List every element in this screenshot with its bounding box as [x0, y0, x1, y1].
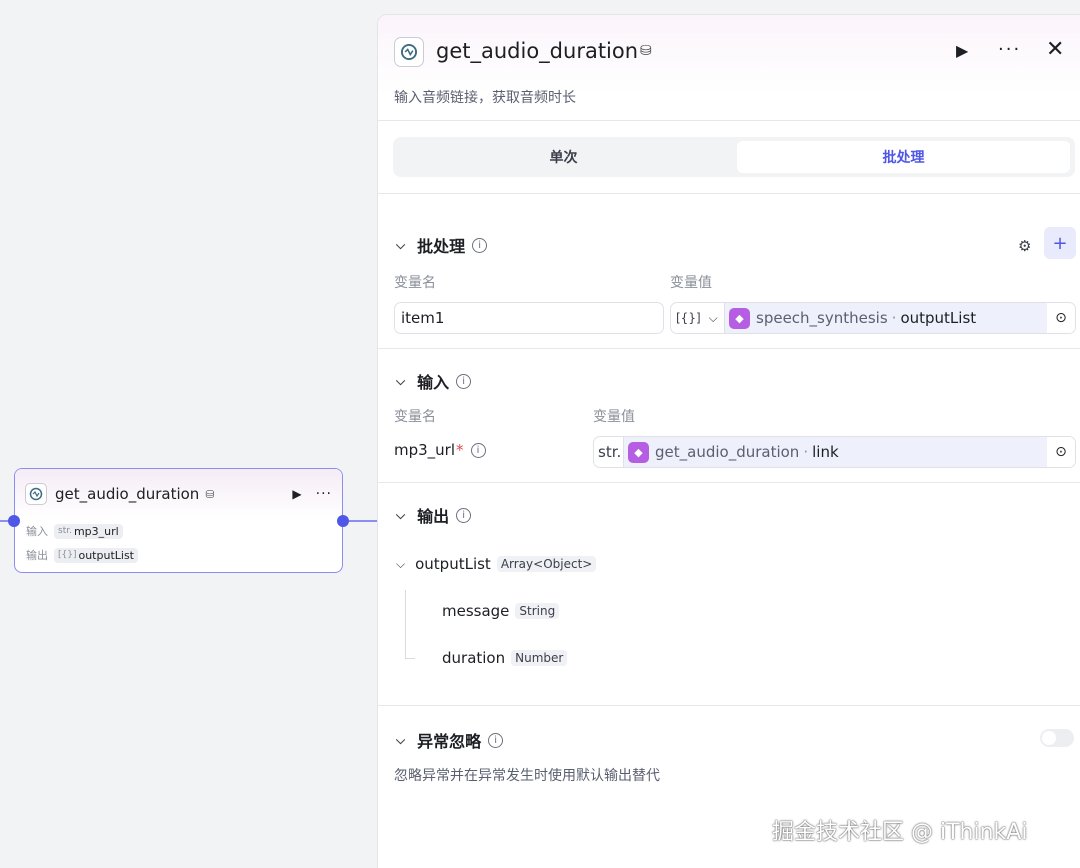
- value-type-label: str.: [594, 437, 624, 467]
- reference-separator: ·: [891, 309, 897, 327]
- required-mark: *: [456, 441, 464, 459]
- info-icon[interactable]: i: [488, 732, 504, 748]
- info-icon[interactable]: i: [472, 237, 488, 253]
- plugin-tag-icon: ⛁: [205, 487, 215, 501]
- info-icon[interactable]: i: [456, 373, 472, 389]
- plugin-tag-icon: ⛁: [640, 43, 652, 59]
- divider: [378, 193, 1080, 194]
- divider: [378, 705, 1080, 706]
- batch-col-value-label: 变量值: [670, 275, 712, 291]
- batch-section-header[interactable]: ⌵ 批处理 i: [396, 233, 488, 257]
- value-type-label: [{}]: [676, 311, 701, 325]
- output-tree-root[interactable]: ⌵ outputList Array<Object>: [396, 555, 597, 573]
- reference-key: link: [812, 443, 839, 461]
- workflow-node[interactable]: get_audio_duration ⛁ ▶ ··· 输入 str. mp3_ur…: [14, 468, 343, 573]
- cube-icon: ◆: [729, 307, 750, 329]
- node-output-chip: [{}] outputList: [54, 547, 138, 563]
- info-icon[interactable]: i: [456, 507, 472, 523]
- value-type-select[interactable]: [{}] ⌵: [671, 303, 725, 333]
- connection-line: [349, 520, 377, 522]
- node-config-panel: get_audio_duration ⛁ ▶ ··· ✕ 输入音频链接，获取音频…: [377, 14, 1080, 868]
- target-icon[interactable]: ⊙: [1047, 303, 1075, 333]
- batch-section-title: 批处理: [417, 237, 466, 256]
- divider: [378, 482, 1080, 483]
- gear-icon[interactable]: ⚙: [1018, 237, 1031, 255]
- node-run-icon[interactable]: ▶: [292, 487, 301, 501]
- batch-col-name-label: 变量名: [394, 275, 436, 291]
- reference-source-node: get_audio_duration: [655, 443, 800, 461]
- mode-batch-button[interactable]: 批处理: [737, 141, 1070, 173]
- input-param-name: mp3_url * i: [394, 441, 486, 459]
- input-col-value-label: 变量值: [593, 409, 635, 425]
- ignore-section-title: 异常忽略: [417, 732, 482, 751]
- node-output-var: outputList: [78, 548, 134, 562]
- batch-variable-name-input[interactable]: item1: [394, 302, 664, 334]
- reference-key: outputList: [900, 309, 977, 327]
- ignore-description: 忽略异常并在异常发生时使用默认输出替代: [394, 768, 660, 784]
- output-root-name: outputList: [415, 555, 491, 573]
- output-field-name: duration: [442, 649, 506, 667]
- plugin-logo-icon: [25, 483, 47, 505]
- node-header: get_audio_duration ⛁ ▶ ···: [15, 469, 342, 519]
- ignore-section-header[interactable]: ⌵ 异常忽略 i: [396, 728, 504, 752]
- output-section-header[interactable]: ⌵ 输出 i: [396, 503, 472, 527]
- ignore-exception-toggle[interactable]: [1040, 729, 1074, 747]
- chevron-down-icon: ⌵: [396, 373, 406, 388]
- variable-reference[interactable]: ◆ speech_synthesis · outputList: [725, 303, 1047, 333]
- chevron-down-icon: ⌵: [396, 556, 406, 571]
- chevron-down-icon: ⌵: [708, 310, 718, 325]
- mode-single-button[interactable]: 单次: [397, 141, 730, 173]
- close-icon[interactable]: ✕: [1046, 37, 1064, 62]
- reference-source-node: speech_synthesis: [756, 309, 888, 327]
- input-col-name-label: 变量名: [394, 409, 436, 425]
- output-field-type: String: [515, 603, 560, 619]
- node-input-var: mp3_url: [73, 524, 119, 538]
- more-icon[interactable]: ···: [998, 39, 1021, 60]
- panel-header: get_audio_duration ⛁ ▶ ··· ✕ 输入音频链接，获取音频…: [378, 15, 1080, 106]
- node-title: get_audio_duration: [55, 485, 200, 503]
- node-input-port[interactable]: [8, 515, 20, 527]
- batch-variable-value-field[interactable]: [{}] ⌵ ◆ speech_synthesis · outputList ⊙: [670, 302, 1076, 334]
- input-section-title: 输入: [417, 373, 450, 392]
- node-output-port[interactable]: [337, 515, 349, 527]
- output-section-title: 输出: [417, 507, 450, 526]
- cube-icon: ◆: [628, 441, 649, 463]
- output-root-type: Array<Object>: [496, 556, 597, 572]
- output-tree-item: message String: [442, 602, 560, 620]
- tree-line: [405, 658, 415, 659]
- node-input-label: 输入: [26, 525, 48, 538]
- target-icon[interactable]: ⊙: [1047, 437, 1075, 467]
- watermark: 掘金技术社区 @ iThinkAi: [772, 820, 1028, 845]
- run-icon[interactable]: ▶: [956, 41, 968, 60]
- chevron-down-icon: ⌵: [396, 237, 406, 252]
- mode-switch: 单次 批处理: [393, 137, 1075, 177]
- output-tree-item: duration Number: [442, 649, 568, 667]
- panel-description: 输入音频链接，获取音频时长: [394, 90, 576, 106]
- node-input-row: 输入 str. mp3_url: [15, 519, 342, 543]
- input-param-label: mp3_url: [394, 441, 456, 459]
- info-icon[interactable]: i: [470, 442, 486, 458]
- node-input-type: str.: [58, 526, 72, 536]
- reference-separator: ·: [803, 443, 809, 461]
- node-output-row: 输出 [{}] outputList: [15, 543, 342, 567]
- node-output-type: [{}]: [58, 550, 77, 560]
- tree-line: [405, 590, 406, 658]
- input-variable-value-field[interactable]: str. ◆ get_audio_duration · link ⊙: [593, 436, 1076, 468]
- input-section-header[interactable]: ⌵ 输入 i: [396, 369, 472, 393]
- panel-title: get_audio_duration: [436, 39, 639, 63]
- plugin-logo-icon: [394, 37, 424, 67]
- divider: [378, 120, 1080, 121]
- output-field-name: message: [442, 602, 510, 620]
- chevron-down-icon: ⌵: [396, 507, 406, 522]
- node-output-label: 输出: [26, 549, 48, 562]
- node-input-chip: str. mp3_url: [54, 523, 123, 539]
- chevron-down-icon: ⌵: [396, 732, 406, 747]
- add-variable-button[interactable]: +: [1044, 227, 1076, 259]
- variable-reference[interactable]: ◆ get_audio_duration · link: [624, 437, 1047, 467]
- node-more-icon[interactable]: ···: [316, 486, 332, 502]
- divider: [378, 348, 1080, 349]
- output-field-type: Number: [511, 650, 568, 666]
